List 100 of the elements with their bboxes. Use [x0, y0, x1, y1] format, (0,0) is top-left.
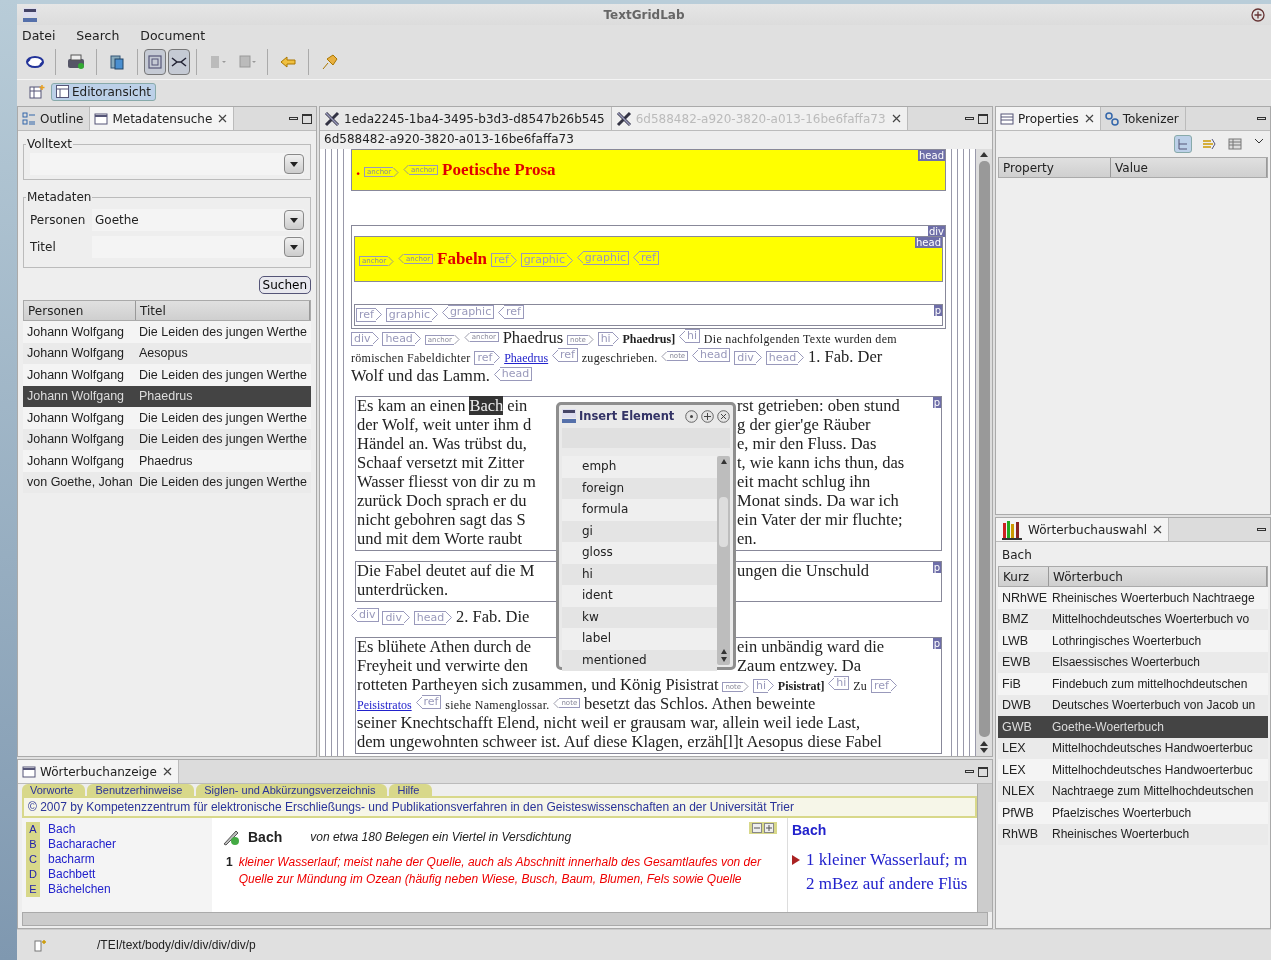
dictionary-row[interactable]: GWB Goethe-Woerterbuch [998, 716, 1268, 738]
lemma-link[interactable]: Bächelchen [48, 882, 111, 897]
body-text: rotteten Partheyen sich zusammen, und König Pisistrat [357, 674, 719, 694]
element-option[interactable]: ident [562, 585, 717, 607]
column-header[interactable]: Titel [136, 301, 310, 320]
column-header[interactable]: Value [1111, 158, 1267, 177]
letter-index[interactable]: D [26, 867, 40, 882]
element-option[interactable]: gi [562, 520, 717, 542]
lemma-link[interactable]: Bacharacher [48, 837, 117, 852]
lemma-link[interactable]: Bach [48, 822, 76, 837]
view-tab[interactable]: Metadatensuche [90, 107, 235, 130]
element-option[interactable]: formula [562, 499, 717, 521]
column-header[interactable]: Kurz [999, 567, 1049, 586]
dictionary-row[interactable]: FiB Findebuch zum mittelhochdeutschen [998, 673, 1268, 695]
maximize-icon[interactable] [978, 766, 988, 777]
result-row[interactable]: Johann Wolfgang Die Leiden des jungen Werthe [23, 428, 311, 450]
minimize-icon[interactable] [965, 117, 974, 120]
maximize-icon[interactable] [302, 113, 312, 124]
dictionary-row[interactable]: LWB Lothringisches Woerterbuch [998, 630, 1268, 652]
close-icon[interactable] [1153, 525, 1163, 534]
nav-tab[interactable]: Siglen- und Abkürzungsverzeichnis [196, 784, 388, 796]
nav-tab[interactable]: Hilfe [389, 784, 432, 796]
view-tab[interactable]: Wörterbuchanzeige [18, 760, 179, 783]
vertical-scrollbar[interactable] [976, 149, 992, 756]
element-option[interactable]: emph [562, 456, 717, 478]
element-option[interactable]: foreign [562, 477, 717, 499]
element-option[interactable]: mentioned [562, 649, 717, 671]
close-icon[interactable] [162, 767, 172, 776]
letter-index[interactable]: B [26, 837, 40, 852]
dictionary-row[interactable]: NLEX Nachtraege zum Mittelhochdeutschen [998, 780, 1268, 802]
lemma-link[interactable]: Bachbett [48, 867, 96, 882]
element-label: p [933, 305, 942, 316]
dictionary-row[interactable]: LEX Mittelhochdeutsches Handwoerterbuc [998, 759, 1268, 781]
view-tab[interactable]: Wörterbuchauswahl [996, 518, 1170, 541]
minimize-icon[interactable] [1257, 117, 1266, 120]
open-perspective-icon[interactable] [29, 83, 45, 100]
dictionary-row[interactable]: RhWB Rheinisches Woerterbuch [998, 823, 1268, 845]
dictionary-row[interactable]: EWB Elsaessisches Woerterbuch [998, 651, 1268, 673]
column-header[interactable]: Property [999, 158, 1111, 177]
close-icon[interactable] [891, 114, 901, 123]
menu-item[interactable]: Document [139, 27, 226, 43]
outline-link[interactable]: 2 mBez auf andere Flüs [806, 872, 968, 896]
result-row[interactable]: Johann Wolfgang Aesopus [23, 342, 311, 364]
collapse-icon[interactable] [168, 49, 190, 75]
dropdown-icon[interactable] [290, 161, 298, 167]
dictionary-row[interactable]: PfWB Pfaelzisches Woerterbuch [998, 802, 1268, 824]
element-label: head [915, 237, 942, 248]
result-row[interactable]: Johann Wolfgang Phaedrus [23, 385, 311, 407]
element-option[interactable]: gloss [562, 542, 717, 564]
table-icon[interactable] [1226, 135, 1244, 153]
dictionary-row[interactable]: NRhWE Rheinisches Woerterbuch Nachtraege [998, 587, 1268, 609]
minimize-icon[interactable] [1257, 528, 1266, 531]
close-icon[interactable] [717, 409, 730, 423]
result-row[interactable]: von Goethe, Johan Die Leiden des jungen Werthe [23, 471, 311, 493]
dropdown-icon[interactable] [290, 244, 298, 250]
letter-index[interactable]: E [26, 882, 40, 897]
element-label: head [918, 150, 945, 161]
dictionary-row[interactable]: DWB Deutsches Woerterbuch von Jacob un [998, 694, 1268, 716]
reference-link[interactable]: Peisistratos [357, 697, 412, 712]
result-row[interactable]: Johann Wolfgang Die Leiden des jungen Werthe [23, 364, 311, 386]
outline-link[interactable]: 1 kleiner Wasserlauf; m [806, 848, 968, 872]
pin-dot-icon[interactable] [685, 409, 698, 423]
editor-tab[interactable]: 1eda2245-1ba4-3495-b3d3-d8547b26b545 [320, 107, 612, 130]
view-tab[interactable]: Properties [996, 107, 1101, 130]
result-row[interactable]: Johann Wolfgang Die Leiden des jungen Werthe [23, 321, 311, 343]
result-row[interactable]: Johann Wolfgang Die Leiden des jungen Werthe [23, 407, 311, 429]
add-icon[interactable] [1251, 7, 1265, 22]
reference-link[interactable]: Phaedrus [504, 350, 549, 365]
lemma-link[interactable]: bacharm [48, 852, 95, 867]
element-label: p [932, 396, 941, 408]
dropdown-icon[interactable] [290, 217, 298, 223]
element-option[interactable]: hi [562, 563, 717, 585]
list-scrollbar[interactable] [717, 456, 730, 665]
column-header[interactable]: Wörterbuch [1049, 567, 1267, 586]
menu-item[interactable]: Search [75, 27, 140, 43]
body-text: Es kam an einen [357, 395, 466, 415]
letter-index[interactable]: C [26, 852, 40, 867]
menu-item[interactable]: Datei [21, 27, 76, 43]
horizontal-scrollbar[interactable] [22, 912, 988, 926]
dictionary-row[interactable]: LEX Mittelhochdeutsches Handwoerterbuc [998, 737, 1268, 759]
maximize-icon[interactable] [978, 113, 988, 124]
vertical-scrollbar[interactable] [977, 784, 992, 912]
search-button[interactable]: Suchen [258, 276, 311, 294]
metadata-combo[interactable]: Goethe [92, 209, 304, 231]
nav-tab[interactable]: Vorworte [22, 784, 86, 796]
minimize-icon[interactable] [289, 117, 298, 120]
column-header[interactable]: Personen [24, 301, 136, 320]
result-row[interactable]: Johann Wolfgang Phaedrus [23, 450, 311, 472]
perspective-button[interactable]: Editoransicht [51, 82, 156, 101]
add-icon[interactable] [701, 409, 714, 423]
element-option[interactable]: kw [562, 606, 717, 628]
close-icon[interactable] [218, 114, 228, 123]
view-tab[interactable]: Tokenizer [1100, 107, 1186, 130]
close-icon[interactable] [1084, 114, 1094, 123]
element-option[interactable]: label [562, 628, 717, 650]
dictionary-row[interactable]: BMZ Mittelhochdeutsches Woerterbuch vo [998, 608, 1268, 630]
nav-tab[interactable]: Benutzerhinweise [87, 784, 195, 796]
letter-index[interactable]: A [26, 822, 40, 837]
expand-icon[interactable] [764, 823, 774, 833]
minimize-icon[interactable] [965, 770, 974, 773]
